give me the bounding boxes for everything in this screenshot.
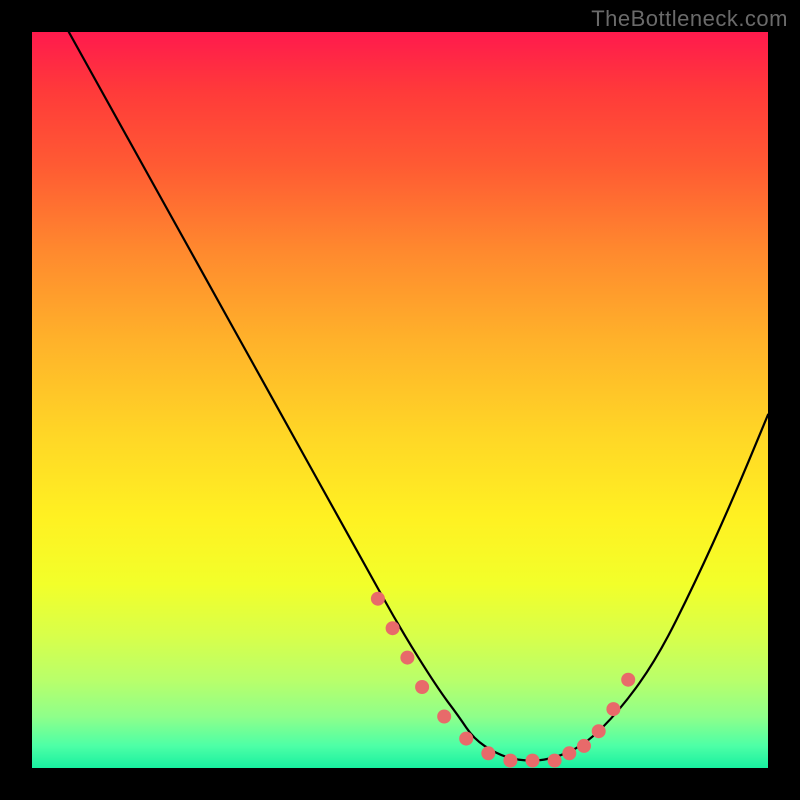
- highlight-dot: [621, 673, 635, 687]
- highlight-dot: [371, 592, 385, 606]
- highlight-dot: [562, 746, 576, 760]
- highlight-dot: [526, 754, 540, 768]
- highlight-dot: [481, 746, 495, 760]
- watermark-text: TheBottleneck.com: [591, 6, 788, 32]
- highlight-dot: [592, 724, 606, 738]
- chart-frame: TheBottleneck.com: [0, 0, 800, 800]
- highlight-dots-group: [371, 592, 635, 768]
- highlight-dot: [400, 651, 414, 665]
- highlight-dot: [437, 710, 451, 724]
- highlight-dot: [577, 739, 591, 753]
- plot-area: [32, 32, 768, 768]
- highlight-dot: [459, 732, 473, 746]
- highlight-dot: [415, 680, 429, 694]
- highlight-dot: [606, 702, 620, 716]
- bottleneck-curve: [69, 32, 768, 761]
- curve-svg: [32, 32, 768, 768]
- highlight-dot: [548, 754, 562, 768]
- highlight-dot: [386, 621, 400, 635]
- highlight-dot: [503, 754, 517, 768]
